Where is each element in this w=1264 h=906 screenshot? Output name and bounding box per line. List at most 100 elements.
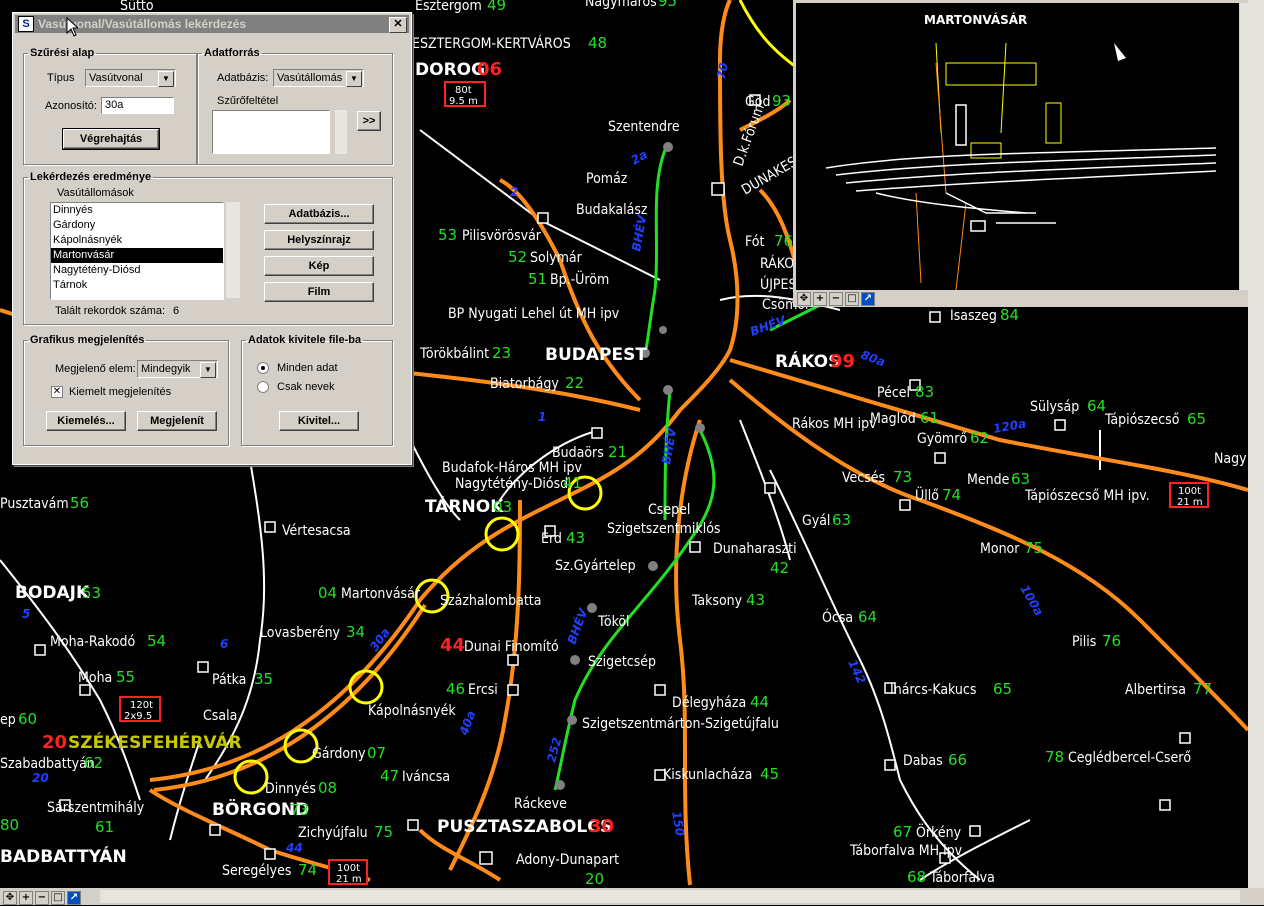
filter-condition-box[interactable] [212, 110, 330, 154]
execute-button[interactable]: Végrehajtás [62, 128, 160, 150]
svg-text:Taksony: Taksony [691, 593, 743, 609]
highlight-button[interactable]: Kiemelés... [46, 411, 126, 431]
scroll-thumb[interactable] [100, 890, 1240, 903]
list-item[interactable]: Dinnyés [51, 203, 223, 218]
list-item[interactable]: Gárdony [51, 218, 223, 233]
station-plan-toolbar: ✥ + − □ ↗ [796, 291, 1251, 306]
zoom-out-icon[interactable]: − [35, 891, 49, 905]
svg-text:Szigetszentmárton-Szigetújfalu: Szigetszentmárton-Szigetújfalu [582, 716, 779, 732]
type-select[interactable]: Vasútvonal ▼ [85, 69, 176, 87]
svg-text:Dabas: Dabas [903, 753, 943, 769]
svg-text:42: 42 [770, 559, 789, 577]
svg-text:84: 84 [1000, 306, 1019, 324]
svg-text:PUSZTASZABOLCS: PUSZTASZABOLCS [437, 817, 612, 837]
svg-text:150: 150 [669, 810, 687, 837]
svg-text:73: 73 [893, 468, 912, 486]
svg-text:76: 76 [774, 232, 793, 250]
svg-text:SZÉKESFEHÉRVÁR: SZÉKESFEHÉRVÁR [68, 731, 242, 753]
display-element-select[interactable]: Mindegyik ▼ [137, 360, 218, 378]
display-button[interactable]: Megjelenít [137, 411, 217, 431]
svg-text:Dunaharaszti: Dunaharaszti [713, 541, 797, 557]
svg-text:142: 142 [845, 657, 868, 686]
svg-text:53: 53 [82, 584, 101, 602]
list-item[interactable]: Tárnok [51, 278, 223, 293]
svg-text:67: 67 [893, 823, 912, 841]
svg-text:Solymár: Solymár [530, 250, 583, 266]
record-count-label: Talált rekordok száma: [55, 305, 166, 317]
svg-text:08: 08 [318, 779, 337, 797]
svg-text:Inárcs-Kakucs: Inárcs-Kakucs [890, 682, 976, 698]
pan-icon[interactable]: ✥ [797, 292, 811, 306]
list-item-selected[interactable]: Martonvásár [51, 248, 223, 263]
svg-text:Moha: Moha [78, 670, 112, 686]
svg-text:99: 99 [830, 351, 855, 372]
map-horizontal-scrollbar[interactable]: ✥ + − □ ↗ [0, 888, 1264, 905]
station-plan-canvas[interactable]: MARTONVÁSÁR [796, 3, 1239, 291]
database-select[interactable]: Vasútállomás ▼ [273, 69, 364, 87]
export-names-radio[interactable] [257, 381, 269, 393]
svg-text:1: 1 [538, 410, 546, 424]
highlight-checkbox[interactable]: ✕ [51, 386, 63, 398]
svg-text:ESZTERGOM-KERTVÁROS: ESZTERGOM-KERTVÁROS [412, 35, 571, 52]
svg-text:93: 93 [772, 92, 791, 110]
query-dialog: S Vasútvonal/Vasútállomás lekérdezés ✕ S… [12, 12, 412, 465]
export-all-radio[interactable] [257, 362, 269, 374]
database-label: Adatbázis: [217, 72, 269, 84]
svg-text:Táborfalva MH ipv: Táborfalva MH ipv [849, 843, 963, 859]
svg-text:Pilisvörösvár: Pilisvörösvár [462, 228, 542, 244]
svg-text:Monor: Monor [980, 541, 1020, 557]
close-button[interactable]: ✕ [389, 17, 407, 33]
capacity-marker-tapioszecso: 100t 21 m [1169, 482, 1209, 508]
svg-text:Bp.-Üröm: Bp.-Üröm [550, 270, 609, 288]
filter-condition-scrollbar[interactable] [335, 110, 347, 154]
chevron-down-icon[interactable]: ▼ [200, 362, 216, 378]
zoom-out-icon[interactable]: − [829, 292, 843, 306]
svg-text:21: 21 [608, 443, 627, 461]
type-label: Típus [47, 72, 75, 84]
map-vertical-scrollbar[interactable] [1248, 0, 1264, 888]
svg-text:Nagymaros: Nagymaros [585, 0, 657, 10]
export-button[interactable]: Kivitel... [279, 411, 359, 431]
svg-text:61: 61 [920, 409, 939, 427]
pan-icon[interactable]: ✥ [3, 891, 17, 905]
list-item[interactable]: Kápolnásnyék [51, 233, 223, 248]
film-button[interactable]: Film [264, 282, 374, 302]
identifier-label: Azonosító: [45, 100, 97, 112]
fit-window-icon[interactable]: □ [51, 891, 65, 905]
site-plan-button[interactable]: Helyszínrajz [264, 230, 374, 250]
database-select-value: Vasútállomás [277, 72, 343, 84]
station-list-scrollbar[interactable] [226, 202, 240, 298]
list-item[interactable]: Nagytétény-Diósd [51, 263, 223, 278]
svg-text:2x9.5: 2x9.5 [124, 711, 152, 722]
svg-text:Budaörs: Budaörs [552, 445, 604, 461]
svg-text:Üllő: Üllő [915, 486, 939, 504]
svg-text:Nagytétény-Diósd: Nagytétény-Diósd [455, 476, 568, 492]
fit-window-icon[interactable]: □ [845, 292, 859, 306]
svg-text:D.k.Fórum: D.k.Fórum [731, 102, 768, 168]
image-button[interactable]: Kép [264, 256, 374, 276]
zoom-in-icon[interactable]: + [19, 891, 33, 905]
svg-text:53: 53 [438, 226, 457, 244]
filter-condition-label: Szűrőfeltétel [217, 95, 279, 107]
chart-icon[interactable]: ↗ [67, 891, 81, 905]
chart-icon[interactable]: ↗ [861, 292, 875, 306]
filter-apply-button[interactable]: >> [357, 111, 381, 131]
zoom-in-icon[interactable]: + [813, 292, 827, 306]
svg-text:Százhalombatta: Százhalombatta [440, 593, 541, 609]
svg-text:Szigetszentmiklós: Szigetszentmiklós [607, 521, 720, 537]
svg-text:51: 51 [528, 270, 547, 288]
svg-text:Maglód: Maglód [870, 411, 916, 427]
svg-text:80a: 80a [859, 348, 887, 370]
identifier-input[interactable]: 30a [101, 97, 174, 114]
svg-text:66: 66 [948, 751, 967, 769]
svg-text:BUDAPEST: BUDAPEST [545, 345, 647, 365]
chevron-down-icon[interactable]: ▼ [346, 71, 362, 87]
station-list[interactable]: Dinnyés Gárdony Kápolnásnyék Martonvásár… [50, 202, 224, 300]
svg-text:Délegyháza: Délegyháza [672, 695, 746, 711]
chevron-down-icon[interactable]: ▼ [158, 71, 174, 87]
database-button[interactable]: Adatbázis... [264, 204, 374, 224]
svg-text:120t: 120t [130, 700, 153, 711]
svg-text:48: 48 [588, 34, 607, 52]
svg-text:62: 62 [84, 754, 103, 772]
svg-text:Szigetcsép: Szigetcsép [588, 654, 656, 670]
